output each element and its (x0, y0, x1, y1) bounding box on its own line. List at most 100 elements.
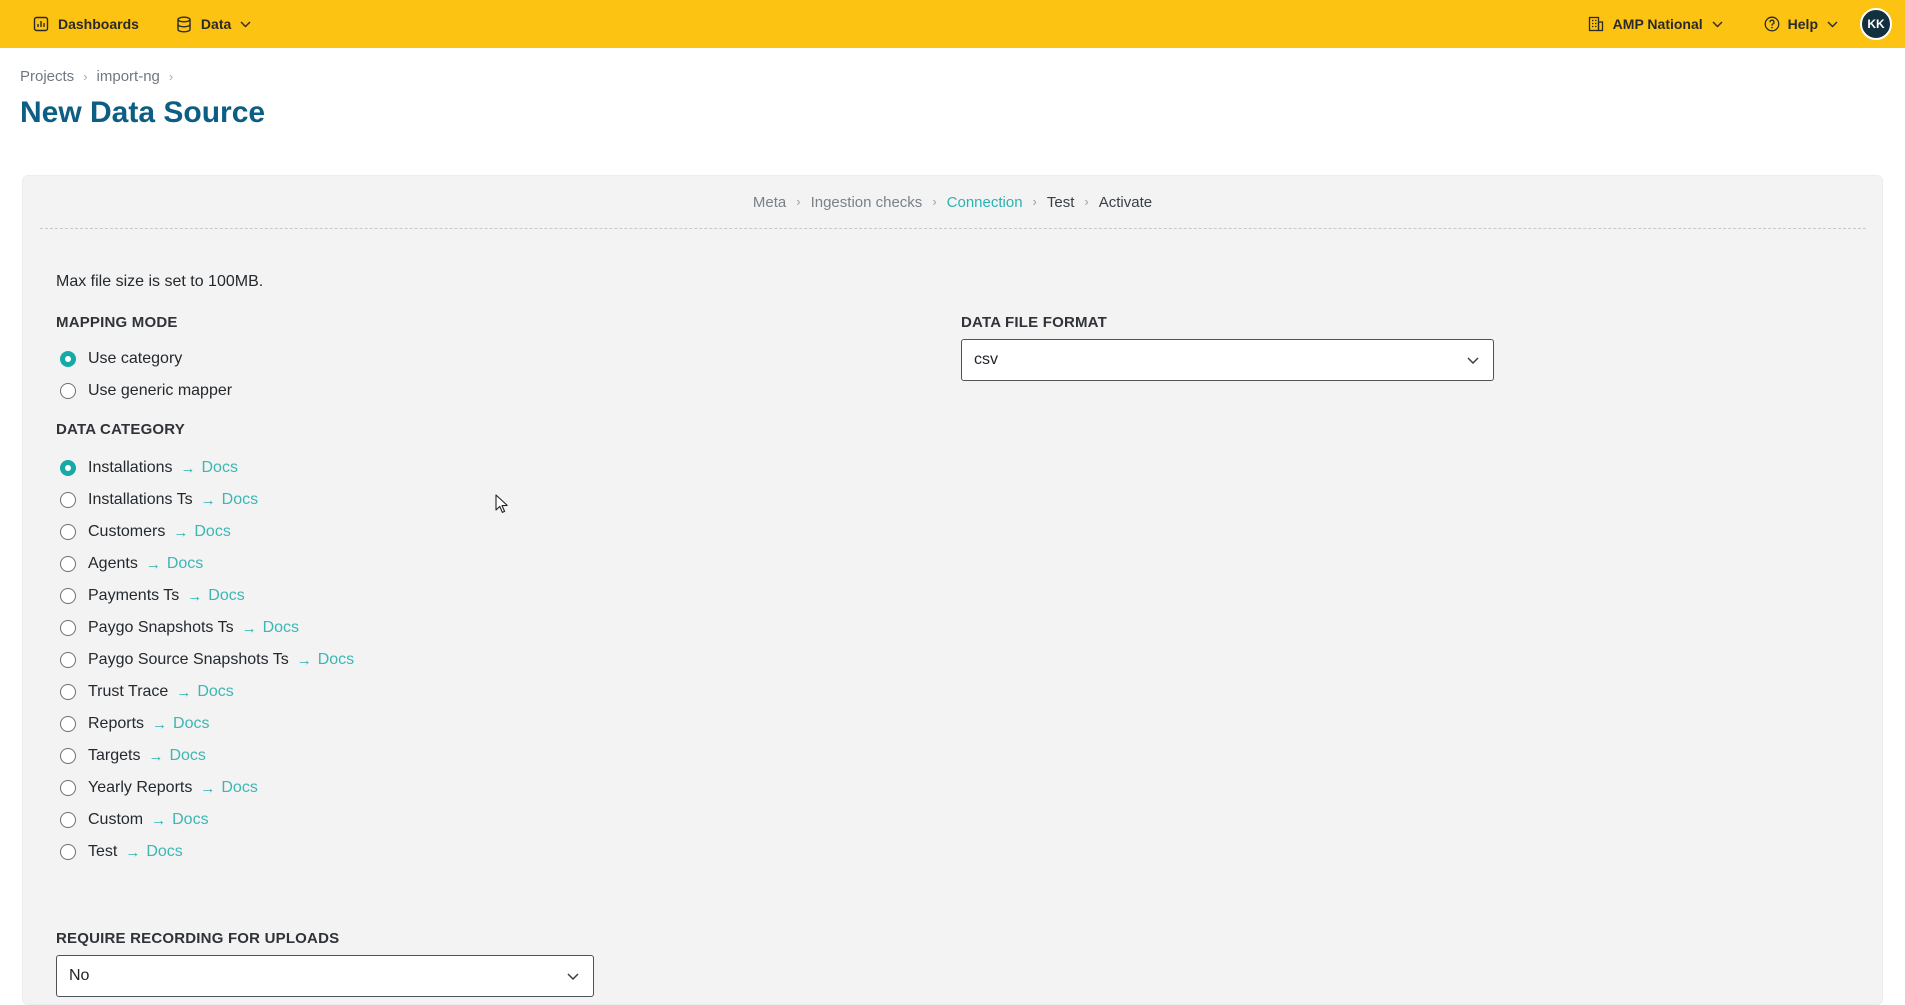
docs-link[interactable]: Docs (263, 619, 299, 637)
arrow-right-icon: → (241, 619, 257, 637)
arrow-right-icon: → (187, 587, 203, 605)
data-category-option[interactable]: Agents → Docs (60, 554, 203, 574)
data-category-label: DATA CATEGORY (56, 421, 185, 438)
radio-button[interactable] (60, 684, 76, 700)
arrow-right-icon: → (176, 683, 192, 701)
stepper-divider (40, 228, 1866, 229)
data-file-format-select[interactable]: csv (961, 339, 1494, 381)
arrow-right-icon: → (180, 459, 196, 477)
nav-help-label: Help (1787, 16, 1818, 32)
docs-link[interactable]: Docs (173, 715, 209, 733)
radio-button[interactable] (60, 460, 76, 476)
radio-label: Reports (88, 715, 145, 732)
data-category-option[interactable]: Yearly Reports → Docs (60, 778, 258, 798)
mouse-cursor-icon (495, 494, 508, 519)
chevron-right-icon: › (1032, 194, 1037, 209)
radio-button[interactable] (60, 812, 76, 828)
radio-label: Installations (88, 459, 173, 476)
radio-label: Targets (88, 747, 141, 764)
breadcrumb: Projects › import-ng › (20, 68, 182, 85)
radio-button[interactable] (60, 351, 76, 367)
radio-label: Agents (88, 555, 138, 572)
step-test[interactable]: Test (1047, 194, 1075, 211)
arrow-right-icon: → (151, 811, 167, 829)
require-recording-label: REQUIRE RECORDING FOR UPLOADS (56, 930, 340, 947)
radio-label: Yearly Reports (88, 779, 193, 796)
docs-link[interactable]: Docs (146, 843, 182, 861)
form-card: Meta › Ingestion checks › Connection › T… (22, 175, 1883, 1005)
docs-link[interactable]: Docs (221, 779, 257, 797)
step-activate[interactable]: Activate (1099, 194, 1152, 211)
docs-link[interactable]: Docs (169, 747, 205, 765)
bar-chart-icon (33, 16, 49, 32)
radio-button[interactable] (60, 556, 76, 572)
chevron-down-icon (1827, 21, 1838, 28)
data-category-option[interactable]: Paygo Source Snapshots Ts → Docs (60, 650, 354, 670)
mapping-mode-option-generic[interactable]: Use generic mapper (60, 381, 232, 401)
radio-button[interactable] (60, 748, 76, 764)
radio-label: Use category (88, 350, 183, 367)
chevron-right-icon: › (83, 69, 88, 84)
building-icon (1588, 16, 1604, 32)
docs-link[interactable]: Docs (318, 651, 354, 669)
radio-button[interactable] (60, 524, 76, 540)
step-connection[interactable]: Connection (947, 194, 1023, 211)
data-category-option[interactable]: Installations → Docs (60, 458, 238, 478)
docs-link[interactable]: Docs (202, 459, 238, 477)
data-category-option[interactable]: Paygo Snapshots Ts → Docs (60, 618, 299, 638)
radio-button[interactable] (60, 652, 76, 668)
breadcrumb-project[interactable]: import-ng (97, 68, 160, 85)
nav-dashboards-label: Dashboards (58, 16, 139, 32)
docs-link[interactable]: Docs (194, 523, 230, 541)
step-meta[interactable]: Meta (753, 194, 786, 211)
chevron-down-icon (1467, 356, 1479, 364)
breadcrumb-projects[interactable]: Projects (20, 68, 74, 85)
nav-dashboards[interactable]: Dashboards (33, 0, 139, 48)
arrow-right-icon: → (125, 843, 141, 861)
docs-link[interactable]: Docs (222, 491, 258, 509)
nav-data-dropdown[interactable]: Data (176, 0, 251, 48)
mapping-mode-label: MAPPING MODE (56, 314, 178, 331)
radio-label: Custom (88, 811, 144, 828)
chevron-down-icon (1712, 21, 1723, 28)
data-category-option[interactable]: Customers → Docs (60, 522, 231, 542)
data-category-option[interactable]: Targets → Docs (60, 746, 206, 766)
database-icon (176, 16, 192, 33)
radio-button[interactable] (60, 492, 76, 508)
user-avatar[interactable]: KK (1860, 8, 1892, 40)
nav-data-label: Data (200, 16, 232, 32)
radio-label: Payments Ts (88, 587, 180, 604)
nav-organization-dropdown[interactable]: AMP National (1588, 0, 1723, 48)
docs-link[interactable]: Docs (172, 811, 208, 829)
data-category-option[interactable]: Payments Ts → Docs (60, 586, 245, 606)
page-title: New Data Source (20, 96, 266, 129)
data-category-option[interactable]: Installations Ts → Docs (60, 490, 258, 510)
data-category-option[interactable]: Trust Trace → Docs (60, 682, 234, 702)
docs-link[interactable]: Docs (208, 587, 244, 605)
docs-link[interactable]: Docs (197, 683, 233, 701)
radio-label: Test (88, 843, 118, 860)
data-category-option[interactable]: Test → Docs (60, 842, 183, 862)
step-ingestion-checks[interactable]: Ingestion checks (811, 194, 923, 211)
arrow-right-icon: → (296, 651, 312, 669)
arrow-right-icon: → (173, 523, 189, 541)
top-navigation-bar: Dashboards Data AMP National Help KK (0, 0, 1905, 48)
radio-button[interactable] (60, 844, 76, 860)
data-category-option[interactable]: Reports → Docs (60, 714, 209, 734)
data-category-option[interactable]: Custom → Docs (60, 810, 209, 830)
chevron-right-icon: › (1084, 194, 1089, 209)
radio-label: Installations Ts (88, 491, 193, 508)
chevron-right-icon: › (796, 194, 801, 209)
radio-button[interactable] (60, 716, 76, 732)
arrow-right-icon: → (152, 715, 168, 733)
nav-help-dropdown[interactable]: Help (1764, 0, 1838, 48)
chevron-down-icon (240, 21, 251, 28)
chevron-right-icon: › (168, 69, 174, 84)
radio-button[interactable] (60, 780, 76, 796)
radio-button[interactable] (60, 383, 76, 399)
radio-button[interactable] (60, 588, 76, 604)
chevron-down-icon (567, 972, 579, 980)
docs-link[interactable]: Docs (167, 555, 203, 573)
radio-button[interactable] (60, 620, 76, 636)
mapping-mode-option-category[interactable]: Use category (60, 349, 182, 369)
